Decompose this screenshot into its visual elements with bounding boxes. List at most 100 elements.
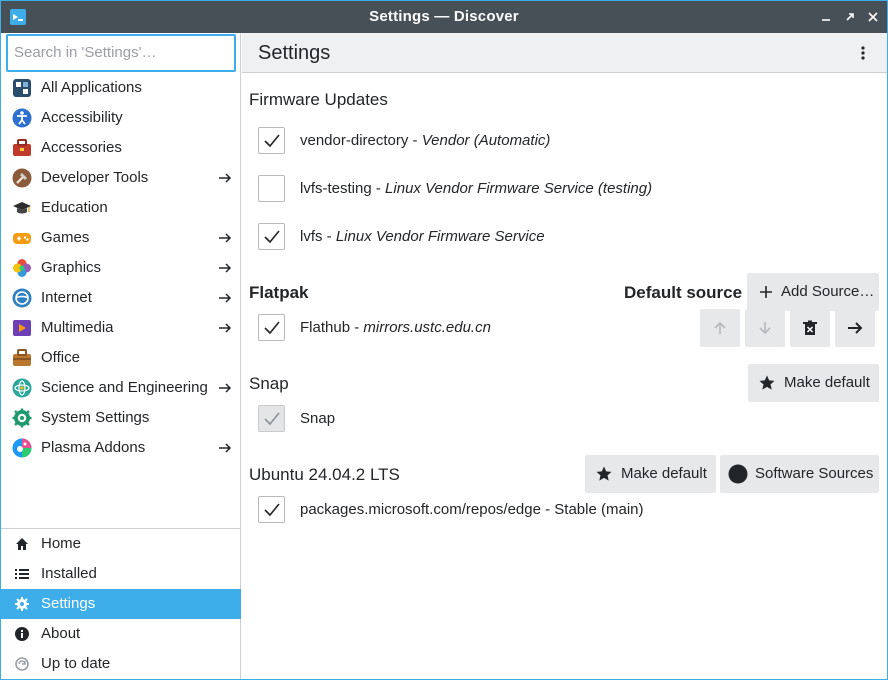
move-up-button[interactable] — [700, 309, 740, 347]
arrow-right-icon — [217, 380, 233, 396]
default-source-label: Default source — [624, 283, 743, 302]
nav-installed[interactable]: Installed — [1, 559, 241, 589]
ubuntu-section-title: Ubuntu 24.04.2 LTS — [249, 465, 400, 484]
category-multimedia[interactable]: Multimedia — [1, 313, 241, 343]
nav-label: About — [41, 625, 81, 642]
list-icon — [14, 566, 30, 582]
home-icon — [14, 536, 30, 552]
graphics-icon — [12, 258, 32, 278]
category-office[interactable]: Office — [1, 343, 241, 373]
nav-settings[interactable]: Settings — [1, 589, 241, 619]
arrow-right-icon — [217, 440, 233, 456]
accessibility-icon — [12, 108, 32, 128]
snap-make-default-button[interactable]: Make default — [748, 364, 879, 402]
star-icon — [758, 374, 776, 392]
category-games[interactable]: Games — [1, 223, 241, 253]
plasma-addons-icon — [12, 438, 32, 458]
snap-checkbox[interactable] — [258, 405, 285, 432]
category-science-and-engineering[interactable]: Science and Engineering — [1, 373, 241, 403]
all-applications-icon — [12, 78, 32, 98]
lvfs-checkbox[interactable] — [258, 223, 285, 250]
trash-icon — [801, 319, 819, 337]
delete-source-button[interactable] — [790, 309, 830, 347]
lvfs-testing-checkbox[interactable] — [258, 175, 285, 202]
arrow-down-icon — [756, 319, 774, 337]
education-icon — [12, 198, 32, 218]
source-name: vendor-directory — [300, 132, 409, 149]
discover-window: Settings — Discover All Applications Acc… — [0, 0, 888, 680]
star-icon — [595, 465, 613, 483]
arrow-right-icon — [217, 290, 233, 306]
internet-icon — [12, 288, 32, 308]
arrow-right-icon — [217, 230, 233, 246]
vendor-directory-label: vendor-directory - Vendor (Automatic) — [300, 132, 550, 149]
lvfs-label: lvfs - Linux Vendor Firmware Service — [300, 228, 545, 245]
source-description: Linux Vendor Firmware Service — [335, 228, 545, 245]
nav-label: Settings — [41, 595, 96, 612]
add-source-button[interactable]: Add Source… — [747, 273, 879, 311]
category-all-applications[interactable]: All Applications — [1, 73, 241, 103]
category-label: Multimedia — [41, 319, 114, 336]
sidebar: All Applications Accessibility Accessori… — [1, 33, 241, 679]
category-accessibility[interactable]: Accessibility — [1, 103, 241, 133]
ubuntu-make-default-button[interactable]: Make default — [585, 455, 716, 493]
move-down-button[interactable] — [745, 309, 785, 347]
category-label: Plasma Addons — [41, 439, 146, 456]
make-default-label: Make default — [621, 465, 707, 482]
arrow-right-icon — [846, 319, 864, 337]
microsoft-edge-repo-checkbox[interactable] — [258, 496, 285, 523]
category-label: All Applications — [41, 79, 142, 96]
title-bar[interactable]: Settings — Discover — [1, 1, 887, 33]
games-icon — [12, 228, 32, 248]
category-developer-tools[interactable]: Developer Tools — [1, 163, 241, 193]
nav-about[interactable]: About — [1, 619, 241, 649]
firmware-section-title: Firmware Updates — [249, 90, 388, 109]
category-system-settings[interactable]: System Settings — [1, 403, 241, 433]
category-accessories[interactable]: Accessories — [1, 133, 241, 163]
multimedia-icon — [12, 318, 32, 338]
category-education[interactable]: Education — [1, 193, 241, 223]
maximize-icon[interactable] — [840, 7, 860, 27]
flathub-checkbox[interactable] — [258, 314, 285, 341]
plus-icon — [757, 283, 775, 301]
category-label: Games — [41, 229, 90, 246]
category-label: Developer Tools — [41, 169, 149, 186]
nav-label: Up to date — [41, 655, 111, 672]
category-plasma-addons[interactable]: Plasma Addons — [1, 433, 241, 463]
close-icon[interactable] — [863, 7, 883, 27]
source-name: Flathub — [300, 319, 351, 336]
source-description: Vendor (Automatic) — [421, 132, 551, 149]
vendor-directory-checkbox[interactable] — [258, 127, 285, 154]
source-name: lvfs — [300, 228, 323, 245]
minimize-icon[interactable] — [816, 7, 836, 27]
category-graphics[interactable]: Graphics — [1, 253, 241, 283]
add-source-label: Add Source… — [781, 283, 875, 300]
software-sources-icon — [728, 464, 748, 484]
category-label: Education — [41, 199, 108, 216]
make-default-label: Make default — [784, 374, 870, 391]
overflow-menu-icon[interactable] — [847, 37, 879, 69]
office-icon — [12, 348, 32, 368]
flathub-label: Flathub - mirrors.ustc.edu.cn — [300, 319, 491, 336]
source-name: lvfs-testing — [300, 180, 372, 197]
source-separator: - — [350, 319, 364, 336]
category-label: Office — [41, 349, 80, 366]
category-label: Graphics — [41, 259, 102, 276]
software-sources-button[interactable]: Software Sources — [720, 455, 879, 493]
more-options-button[interactable] — [835, 309, 875, 347]
search-field[interactable] — [6, 34, 236, 72]
nav-home[interactable]: Home — [1, 529, 241, 559]
info-icon — [14, 626, 30, 642]
source-separator: - — [322, 228, 336, 245]
microsoft-edge-repo-label: packages.microsoft.com/repos/edge - Stab… — [300, 501, 644, 518]
snap-label: Snap — [300, 410, 336, 427]
category-internet[interactable]: Internet — [1, 283, 241, 313]
search-input[interactable] — [14, 44, 228, 61]
main-content: Settings Firmware Updates vendor-directo… — [242, 33, 887, 679]
source-separator: - — [408, 132, 422, 149]
nav-up-to-date[interactable]: Up to date — [1, 649, 241, 679]
flatpak-section-title: Flatpak — [249, 283, 309, 302]
snap-section-title: Snap — [249, 374, 289, 393]
page-header: Settings — [242, 33, 887, 73]
refresh-icon — [14, 656, 30, 672]
